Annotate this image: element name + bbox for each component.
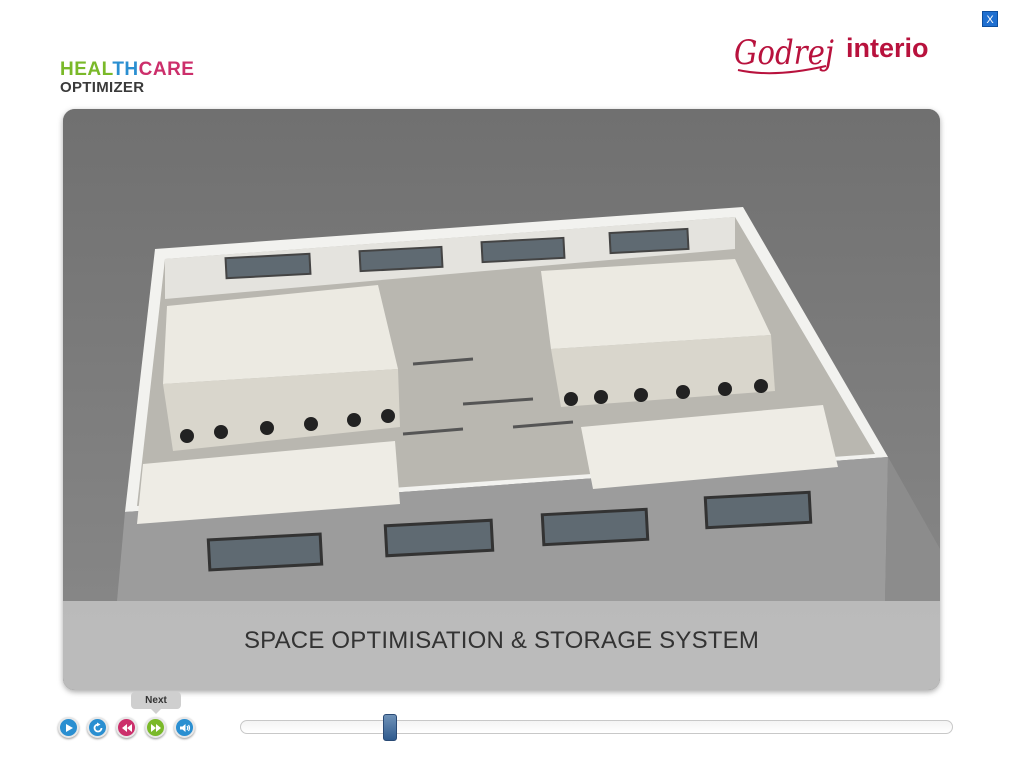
progress-track[interactable] xyxy=(240,720,953,734)
play-button[interactable] xyxy=(58,717,79,738)
rewind-icon xyxy=(121,723,132,732)
interio-text: interio xyxy=(846,33,929,63)
volume-button[interactable] xyxy=(174,717,195,738)
godrej-interio-logo: Godrej interio xyxy=(734,33,929,75)
slide-caption: SPACE OPTIMISATION & STORAGE SYSTEM xyxy=(243,627,760,654)
healthcare-optimizer-logo: HEALTHCARE OPTIMIZER xyxy=(60,60,194,96)
next-button[interactable] xyxy=(145,717,166,738)
previous-button[interactable] xyxy=(116,717,137,738)
progress-thumb[interactable] xyxy=(383,714,397,741)
replay-icon xyxy=(93,722,102,732)
fast-forward-icon xyxy=(150,723,161,732)
replay-button[interactable] xyxy=(87,717,108,738)
logo-healthcare-text: HEALTHCARE xyxy=(60,59,195,80)
next-tooltip: Next xyxy=(131,692,181,714)
play-icon xyxy=(65,723,73,732)
content-stage: SPACE OPTIMISATION & STORAGE SYSTEM xyxy=(63,109,940,690)
speaker-icon xyxy=(179,723,190,732)
close-button[interactable]: X xyxy=(982,11,998,27)
logo-optimizer-text: OPTIMIZER xyxy=(60,79,145,96)
